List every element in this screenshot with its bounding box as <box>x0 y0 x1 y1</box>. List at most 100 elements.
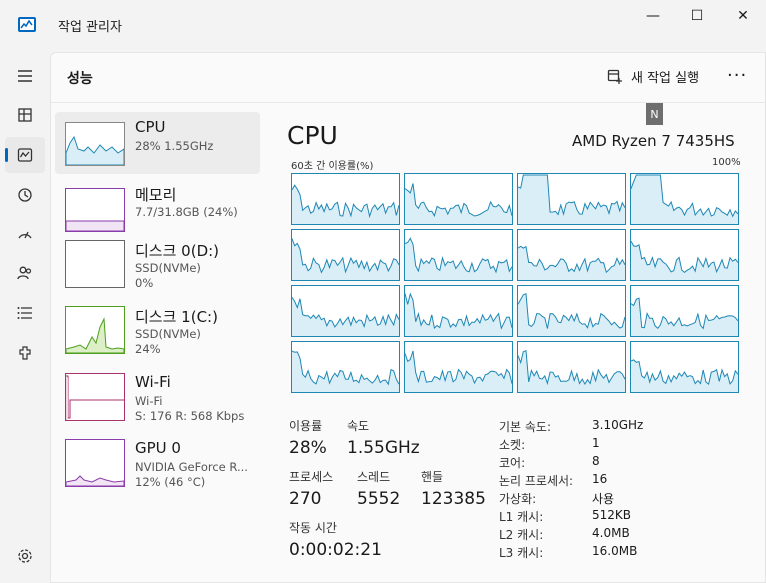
nav-details[interactable] <box>5 295 45 331</box>
handles-label: 핸들 <box>421 470 444 484</box>
logical-processor-graph <box>404 341 513 393</box>
settings-icon <box>18 549 32 563</box>
cpu-thumbnail-graph <box>65 122 125 166</box>
detail-title: CPU <box>287 121 338 150</box>
minimize-button[interactable]: — <box>630 0 676 32</box>
nav-performance[interactable] <box>5 137 45 173</box>
nav-processes[interactable] <box>5 97 45 133</box>
logical-processor-graph <box>291 229 400 281</box>
handles-value: 123385 <box>421 489 486 509</box>
spec-value: 3.10GHz <box>592 418 644 432</box>
logical-processor-graph <box>517 285 626 337</box>
sidebar-item-title: 디스크 1(C:) <box>135 308 218 326</box>
logical-processor-graph <box>291 285 400 337</box>
spec-label: 가상화: <box>499 492 537 506</box>
logical-processor-graph <box>630 173 739 225</box>
run-task-icon <box>607 69 622 84</box>
page-title: 성능 <box>67 71 93 87</box>
nav-menu-button[interactable] <box>5 58 45 94</box>
sidebar-item-gpu0[interactable]: GPU 0 NVIDIA GeForce R... 12% (46 °C) <box>55 433 260 495</box>
page-header: 성능 새 작업 실행 ··· <box>51 53 766 103</box>
sidebar-item-title: CPU <box>135 118 166 136</box>
uptime-label: 작동 시간 <box>289 521 337 535</box>
logical-processor-graph <box>630 285 739 337</box>
nav-app-history[interactable] <box>5 177 45 213</box>
spec-label: 논리 프로세서: <box>499 474 574 488</box>
spec-value: 512KB <box>592 508 632 522</box>
speed-label: 속도 <box>347 419 370 433</box>
keyboard-hint-tooltip: N <box>646 103 663 125</box>
logical-processor-graph <box>630 229 739 281</box>
details-icon <box>17 307 32 319</box>
app-history-icon <box>18 188 32 202</box>
sidebar-item-subtitle: SSD(NVMe) <box>135 261 201 275</box>
spec-label: 기본 속도: <box>499 420 552 434</box>
logical-processor-graph <box>517 229 626 281</box>
speed-value: 1.55GHz <box>347 438 420 458</box>
sidebar-item-wifi[interactable]: Wi-Fi Wi-Fi S: 176 R: 568 Kbps <box>55 367 260 429</box>
spec-label: L3 캐시: <box>499 546 544 560</box>
nav-services[interactable] <box>5 335 45 371</box>
logical-processor-graph <box>291 341 400 393</box>
logical-processor-graph <box>404 285 513 337</box>
sidebar-item-disk1[interactable]: 디스크 1(C:) SSD(NVMe) 24% <box>55 300 260 362</box>
window-title: 작업 관리자 <box>58 20 122 35</box>
run-task-label: 새 작업 실행 <box>631 71 700 86</box>
sidebar-item-title: 디스크 0(D:) <box>135 242 220 260</box>
title-bar: 작업 관리자 — ☐ ✕ <box>0 0 766 52</box>
logical-processor-graphs <box>291 173 741 393</box>
maximize-button[interactable]: ☐ <box>674 0 720 32</box>
sidebar-item-title: 메모리 <box>135 186 177 204</box>
spec-value: 16 <box>592 472 608 486</box>
processes-value: 270 <box>289 489 322 509</box>
sidebar-item-throughput: S: 176 R: 568 Kbps <box>135 409 245 423</box>
uptime-value: 0:00:02:21 <box>289 540 382 560</box>
run-new-task-button[interactable]: 새 작업 실행 <box>607 67 699 86</box>
more-options-button[interactable]: ··· <box>727 65 747 86</box>
nav-settings[interactable] <box>5 538 45 574</box>
logical-processor-graph <box>404 229 513 281</box>
sidebar-item-usage: 24% <box>135 342 161 356</box>
sidebar-item-subtitle: SSD(NVMe) <box>135 327 201 341</box>
sidebar-item-disk0[interactable]: 디스크 0(D:) SSD(NVMe) 0% <box>55 234 260 296</box>
nav-users[interactable] <box>5 255 45 291</box>
spec-value: 4.0MB <box>592 526 630 540</box>
sidebar-item-memory[interactable]: 메모리 7.7/31.8GB (24%) <box>55 178 260 240</box>
spec-label: 코어: <box>499 456 526 470</box>
memory-thumbnail-graph <box>65 188 125 232</box>
close-button[interactable]: ✕ <box>720 0 766 32</box>
logical-processor-graph <box>630 341 739 393</box>
sidebar-item-cpu[interactable]: CPU 28% 1.55GHz <box>55 112 260 174</box>
performance-icon <box>17 148 33 162</box>
startup-icon <box>18 231 32 239</box>
sidebar-item-title: Wi-Fi <box>135 373 171 391</box>
sidebar-item-usage: 12% (46 °C) <box>135 475 206 489</box>
threads-value: 5552 <box>357 489 401 509</box>
services-icon <box>19 346 31 360</box>
gpu-thumbnail-graph <box>65 439 125 487</box>
logical-processor-graph <box>517 173 626 225</box>
wifi-thumbnail-graph <box>65 373 125 421</box>
utilization-label: 60초 간 이용률(%) <box>291 161 374 172</box>
selection-indicator <box>5 148 8 162</box>
nav-startup[interactable] <box>5 216 45 252</box>
sidebar-item-subtitle: 28% 1.55GHz <box>135 139 214 153</box>
processes-label: 프로세스 <box>289 470 334 484</box>
spec-value: 사용 <box>592 492 615 506</box>
utilization-max: 100% <box>712 157 741 168</box>
logical-processor-graph <box>404 173 513 225</box>
processes-icon <box>18 108 32 122</box>
sidebar-item-subtitle: NVIDIA GeForce R... <box>135 460 248 474</box>
usage-value: 28% <box>289 438 327 458</box>
minimize-icon: — <box>646 8 660 24</box>
spec-value: 16.0MB <box>592 544 638 558</box>
threads-label: 스레드 <box>357 470 391 484</box>
usage-label: 이용률 <box>289 419 323 433</box>
spec-value: 8 <box>592 454 600 468</box>
cpu-model: AMD Ryzen 7 7435HS <box>572 132 735 150</box>
logical-processor-graph <box>291 173 400 225</box>
maximize-icon: ☐ <box>690 8 704 24</box>
spec-label: 소켓: <box>499 438 526 452</box>
sidebar-item-subtitle: 7.7/31.8GB (24%) <box>135 205 238 219</box>
close-icon: ✕ <box>737 8 749 24</box>
